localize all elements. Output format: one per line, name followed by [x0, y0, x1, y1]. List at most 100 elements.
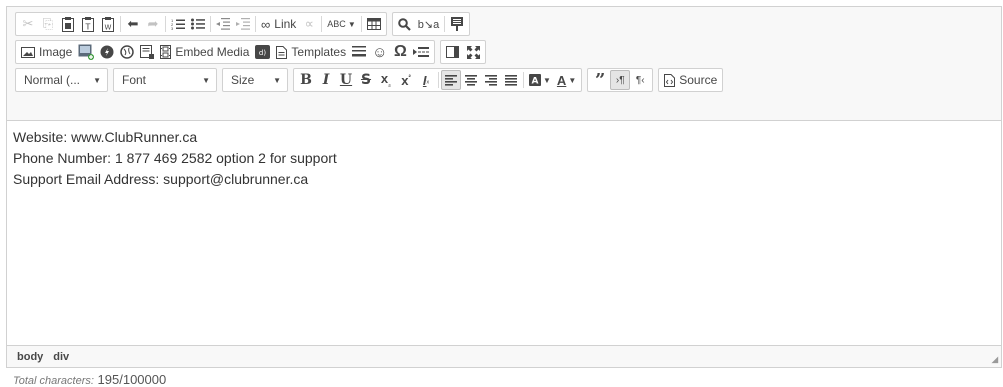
smiley-icon[interactable]: ☺: [369, 42, 390, 62]
ltr-icon[interactable]: ›¶: [610, 70, 631, 90]
format-dropdown-value: Normal (...: [24, 73, 81, 87]
chevron-down-icon: ▼: [93, 75, 101, 85]
template-icon: [276, 45, 288, 59]
block-group: ” ›¶ ¶‹: [587, 68, 654, 92]
insert-file-icon[interactable]: [137, 42, 157, 62]
paste-icon[interactable]: [58, 14, 78, 34]
editor-content-area[interactable]: Website: www.ClubRunner.ca Phone Number:…: [7, 121, 1001, 347]
link-label: Link: [274, 17, 297, 31]
copy-icon[interactable]: ⎘: [38, 14, 58, 34]
image-icon: [21, 46, 35, 58]
paste-word-icon[interactable]: W: [98, 14, 118, 34]
source-icon: [664, 73, 676, 87]
chevron-down-icon: ▼: [273, 75, 281, 85]
font-dropdown-value: Font: [122, 73, 147, 87]
separator: [165, 16, 166, 32]
preview-icon[interactable]: [443, 42, 463, 62]
find-icon[interactable]: [395, 14, 415, 34]
character-counter-label: Total characters:: [13, 375, 94, 387]
separator: [444, 16, 446, 32]
size-dropdown-value: Size: [231, 73, 255, 87]
image-button[interactable]: Image: [18, 42, 75, 62]
italic-button[interactable]: I: [316, 70, 336, 90]
special-char-icon[interactable]: Ω: [390, 42, 410, 62]
spellcheck-icon[interactable]: ABC ▼: [324, 14, 358, 34]
replace-icon[interactable]: b↘a: [415, 14, 442, 34]
redo-icon[interactable]: ➦: [143, 14, 163, 34]
content-line: Website: www.ClubRunner.ca: [13, 129, 198, 145]
bold-button[interactable]: B: [296, 70, 316, 90]
character-counter-value: 195/100000: [97, 372, 167, 387]
align-center-icon[interactable]: [461, 70, 481, 90]
link-button[interactable]: ∞ Link: [258, 14, 299, 34]
superscript-icon[interactable]: x²: [396, 70, 416, 90]
size-dropdown[interactable]: Size ▼: [222, 68, 288, 92]
separator: [523, 72, 524, 88]
content-line: Phone Number: 1 877 469 2582 option 2 fo…: [13, 150, 337, 166]
rtl-icon[interactable]: ¶‹: [630, 70, 650, 90]
chevron-down-icon: ▼: [202, 75, 210, 85]
editor-toolbar: ✂ ⎘ T W ⬅ ➦ 123 ∞ Link ∝ ABC ▼ b↘a Image…: [7, 7, 1001, 121]
svg-text:W: W: [105, 24, 112, 32]
bulleted-list-icon[interactable]: [188, 14, 208, 34]
separator: [438, 72, 439, 88]
flash-icon[interactable]: [97, 42, 117, 62]
increase-indent-icon[interactable]: [233, 14, 253, 34]
separator: [120, 16, 121, 32]
align-right-icon[interactable]: [481, 70, 501, 90]
align-left-icon[interactable]: [441, 70, 461, 90]
strikethrough-button[interactable]: S: [356, 70, 376, 90]
toolbar-row-2: Image Embed Media d) Templates ☺ Ω: [15, 40, 491, 64]
path-item-body[interactable]: body: [17, 351, 43, 363]
element-path-bar: body div ◢: [7, 345, 1001, 367]
separator: [321, 16, 323, 32]
page-break-icon[interactable]: [410, 42, 432, 62]
iframe-icon[interactable]: [117, 42, 137, 62]
rich-text-editor: ✂ ⎘ T W ⬅ ➦ 123 ∞ Link ∝ ABC ▼ b↘a Image…: [6, 6, 1002, 368]
toolbar-row-3: Normal (... ▼ Font ▼ Size ▼ B I U S x₂ x…: [15, 68, 728, 92]
svg-text:d): d): [259, 49, 266, 57]
undo-icon[interactable]: ⬅: [123, 14, 143, 34]
content-line: Support Email Address: support@clubrunne…: [13, 171, 309, 187]
film-icon: [160, 45, 172, 59]
show-blocks-icon[interactable]: [447, 14, 467, 34]
text-color-button[interactable]: A ▼: [554, 70, 579, 90]
templates-label: Templates: [291, 45, 347, 59]
horizontal-line-icon[interactable]: [349, 42, 369, 62]
separator: [210, 16, 211, 32]
source-label: Source: [679, 73, 718, 87]
svg-text:T: T: [85, 23, 91, 32]
table-icon[interactable]: [364, 14, 384, 34]
link-icon: ∞: [261, 16, 271, 32]
insert-image-icon[interactable]: [75, 42, 97, 62]
font-dropdown[interactable]: Font ▼: [113, 68, 217, 92]
background-color-icon: A: [529, 74, 541, 86]
path-item-div[interactable]: div: [53, 351, 69, 363]
separator: [255, 16, 256, 32]
unlink-icon[interactable]: ∝: [299, 14, 319, 34]
cut-icon[interactable]: ✂: [18, 14, 38, 34]
maximize-icon[interactable]: [463, 42, 483, 62]
numbered-list-icon[interactable]: 123: [168, 14, 188, 34]
view-group: [440, 40, 487, 64]
embed-media-label: Embed Media: [175, 45, 250, 59]
decrease-indent-icon[interactable]: [213, 14, 233, 34]
remove-format-icon[interactable]: Iₓ: [416, 70, 436, 90]
basic-styles-group: B I U S x₂ x² Iₓ A ▼ A ▼: [293, 68, 583, 92]
underline-button[interactable]: U: [336, 70, 356, 90]
svg-text:3: 3: [171, 26, 174, 30]
character-counter: Total characters: 195/100000: [13, 372, 166, 387]
video-icon[interactable]: d): [252, 42, 273, 62]
subscript-icon[interactable]: x₂: [376, 70, 396, 90]
format-dropdown[interactable]: Normal (... ▼: [15, 68, 108, 92]
embed-media-button[interactable]: Embed Media: [157, 42, 252, 62]
svg-text:A: A: [532, 77, 539, 87]
separator: [360, 16, 362, 32]
source-button[interactable]: Source: [661, 70, 720, 90]
paste-text-icon[interactable]: T: [78, 14, 98, 34]
resize-handle-icon[interactable]: ◢: [992, 355, 998, 364]
justify-icon[interactable]: [501, 70, 521, 90]
background-color-button[interactable]: A ▼: [526, 70, 554, 90]
templates-button[interactable]: Templates: [273, 42, 349, 62]
blockquote-icon[interactable]: ”: [590, 70, 610, 91]
